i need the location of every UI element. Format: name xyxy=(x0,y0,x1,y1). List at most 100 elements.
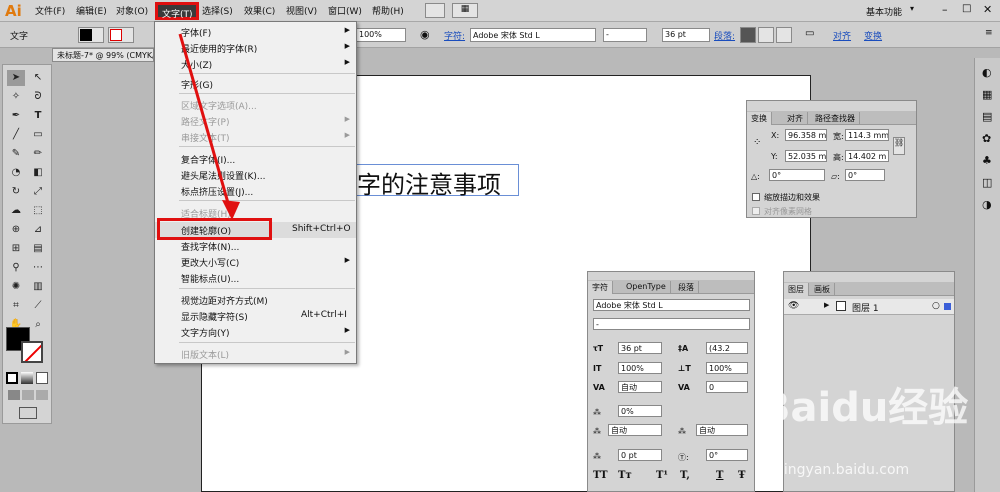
char-rotation-field[interactable]: 0° xyxy=(706,449,748,461)
zoom-tool-icon[interactable]: ⌕ xyxy=(29,317,47,333)
stroke-color-swatch[interactable] xyxy=(21,341,43,363)
scale-tool-icon[interactable]: ⤢ xyxy=(29,184,47,200)
slice-tool-icon[interactable]: ⟋ xyxy=(29,298,47,314)
recolor-icon[interactable]: ◉ xyxy=(420,28,430,41)
expand-layer-icon[interactable]: ▶ xyxy=(824,301,829,309)
char-aki-right-field[interactable]: 自动 xyxy=(696,424,748,436)
char-panel-link[interactable]: 字符: xyxy=(444,29,465,42)
align-left-button[interactable] xyxy=(740,27,756,43)
eyedropper-icon[interactable]: ⚲ xyxy=(7,260,25,276)
char-hscale-field[interactable]: 100% xyxy=(706,362,748,374)
opacity-field[interactable]: 100% xyxy=(356,28,406,42)
char-kerning-field[interactable]: 自动 xyxy=(618,381,662,393)
tab-transform[interactable]: 变换 xyxy=(747,112,772,125)
shear-field[interactable]: 0° xyxy=(845,169,885,181)
align-center-button[interactable] xyxy=(758,27,774,43)
char-size-field[interactable]: 36 pt xyxy=(618,342,662,354)
char-tsume-field[interactable]: 0% xyxy=(618,405,662,417)
menu-select[interactable]: 选择(S) xyxy=(202,4,233,17)
char-style-field[interactable]: - xyxy=(593,318,750,330)
align-panel-link[interactable]: 对齐 xyxy=(833,29,851,42)
strikethrough-button[interactable]: Ŧ xyxy=(738,470,745,481)
arrange-docs-icon[interactable]: ▦ xyxy=(452,3,478,18)
align-right-button[interactable] xyxy=(776,27,792,43)
fill-swatch[interactable] xyxy=(78,27,104,43)
appearance-icon[interactable]: ◑ xyxy=(982,198,992,211)
font-size-field[interactable]: 36 pt xyxy=(662,28,710,42)
menu-file[interactable]: 文件(F) xyxy=(35,4,65,17)
tab-character[interactable]: 字符 xyxy=(588,281,613,294)
y-field[interactable]: 52.035 m xyxy=(785,150,827,162)
maximize-icon[interactable]: □ xyxy=(962,3,971,14)
height-field[interactable]: 14.402 m xyxy=(845,150,889,162)
tab-opentype[interactable]: OpenType xyxy=(622,281,671,294)
layer-row[interactable]: 👁 ▶ 图层 1 ○ xyxy=(784,299,954,315)
magic-wand-icon[interactable]: ✧ xyxy=(7,89,25,105)
screen-mode-icon[interactable] xyxy=(19,407,37,419)
graph-tool-icon[interactable]: ▥ xyxy=(29,279,47,295)
pencil-tool-icon[interactable]: ✏ xyxy=(29,146,47,162)
workspace-switcher[interactable]: 基本功能 xyxy=(866,5,902,18)
menu-item-find-font[interactable]: 查找字体(N)... xyxy=(155,238,356,254)
scale-strokes-checkbox[interactable] xyxy=(752,193,760,201)
all-caps-button[interactable]: TT xyxy=(593,470,608,481)
brush-tool-icon[interactable]: ✎ xyxy=(7,146,25,162)
mesh-tool-icon[interactable]: ⊞ xyxy=(7,241,25,257)
lasso-icon[interactable]: ᘐ xyxy=(29,89,47,105)
rectangle-tool-icon[interactable]: ▭ xyxy=(29,127,47,143)
stroke-swatch[interactable] xyxy=(108,27,134,43)
font-family-field[interactable]: Adobe 宋体 Std L xyxy=(470,28,596,42)
link-constrain-icon[interactable]: ⛓ xyxy=(893,137,905,155)
line-tool-icon[interactable]: ╱ xyxy=(7,127,25,143)
gradient-tool-icon[interactable]: ▤ xyxy=(29,241,47,257)
none-mode-icon[interactable] xyxy=(36,372,48,384)
menu-view[interactable]: 视图(V) xyxy=(286,4,317,17)
para-panel-link[interactable]: 段落: xyxy=(714,29,735,42)
gradient-mode-icon[interactable] xyxy=(21,372,33,384)
canvas-text[interactable]: 字的注意事项 xyxy=(357,165,501,200)
symbol-sprayer-icon[interactable]: ✺ xyxy=(7,279,25,295)
reference-point-icon[interactable]: ⁘ xyxy=(753,137,761,148)
tab-layers[interactable]: 图层 xyxy=(784,283,809,296)
brushes-icon[interactable]: ✿ xyxy=(982,132,991,145)
blob-brush-icon[interactable]: ◔ xyxy=(7,165,25,181)
workspace-arrow-icon[interactable]: ▾ xyxy=(910,4,914,13)
draw-normal-icon[interactable] xyxy=(8,390,20,400)
char-vscale-field[interactable]: 100% xyxy=(618,362,662,374)
close-icon[interactable]: ✕ xyxy=(983,3,992,16)
width-field[interactable]: 114.3 mm xyxy=(845,129,889,141)
pen-tool-icon[interactable]: ✒ xyxy=(7,108,25,124)
draw-behind-icon[interactable] xyxy=(22,390,34,400)
tab-align[interactable]: 对齐 xyxy=(783,112,808,125)
visibility-eye-icon[interactable]: 👁 xyxy=(788,301,799,311)
eraser-tool-icon[interactable]: ◧ xyxy=(29,165,47,181)
transform-panel-link[interactable]: 变换 xyxy=(864,29,882,42)
panel-menu-icon[interactable]: ≡ xyxy=(985,28,993,38)
menu-item-change-case[interactable]: 更改大小写(C) ▶ xyxy=(155,254,356,270)
free-transform-icon[interactable]: ⬚ xyxy=(29,203,47,219)
menu-help[interactable]: 帮助(H) xyxy=(372,4,404,17)
menu-edit[interactable]: 编辑(E) xyxy=(76,4,107,17)
menu-effect[interactable]: 效果(C) xyxy=(244,4,275,17)
menu-item-show-hidden-chars[interactable]: 显示隐藏字符(S) Alt+Ctrl+I xyxy=(155,308,356,324)
tab-pathfinder[interactable]: 路径查找器 xyxy=(811,112,860,125)
font-style-field[interactable]: - xyxy=(603,28,647,42)
menu-item-type-orientation[interactable]: 文字方向(Y) ▶ xyxy=(155,324,356,340)
graphic-styles-icon[interactable]: ◫ xyxy=(982,176,992,189)
rotate-field[interactable]: 0° xyxy=(769,169,825,181)
char-font-field[interactable]: Adobe 宋体 Std L xyxy=(593,299,750,311)
color-guide-icon[interactable]: ▦ xyxy=(982,88,992,101)
document-tab[interactable]: 未标题-7* @ 99% (CMYK/预览) xyxy=(52,48,154,62)
small-caps-button[interactable]: Tт xyxy=(618,470,632,481)
type-tool-icon[interactable]: T xyxy=(29,108,47,124)
menu-item-smart-punctuation[interactable]: 智能标点(U)... xyxy=(155,270,356,286)
target-icon[interactable]: ○ xyxy=(932,301,940,311)
blend-tool-icon[interactable]: ⋯ xyxy=(29,260,47,276)
swatches-icon[interactable]: ▤ xyxy=(982,110,992,123)
char-aki-left-field[interactable]: 自动 xyxy=(608,424,662,436)
warp-tool-icon[interactable]: ☁ xyxy=(7,203,25,219)
symbols-icon[interactable]: ♣ xyxy=(982,154,992,167)
underline-button[interactable]: T xyxy=(716,470,723,481)
artboard-tool-icon[interactable]: ⌗ xyxy=(7,298,25,314)
menu-window[interactable]: 窗口(W) xyxy=(328,4,362,17)
